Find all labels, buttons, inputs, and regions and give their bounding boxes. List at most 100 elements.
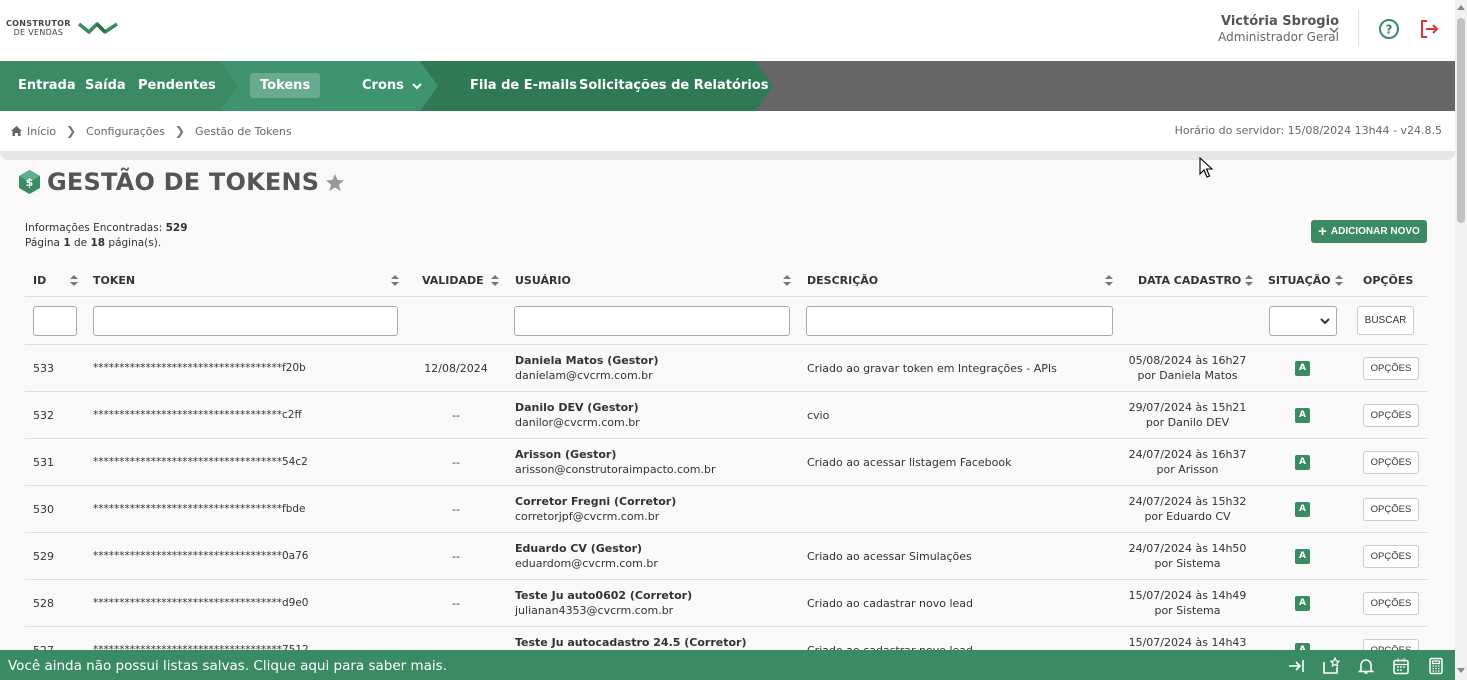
filter-token-input[interactable] (93, 306, 398, 336)
nav-item-tokens[interactable]: Tokens (250, 61, 321, 111)
table-row[interactable]: 532 ************************************c… (25, 392, 1427, 439)
table-row[interactable]: 531 ************************************5… (25, 439, 1427, 486)
row-descricao: Criado ao acessar Simulações (807, 550, 972, 563)
user-menu[interactable]: Victória Sbrogio Administrador Geral (1218, 14, 1339, 44)
filter-descricao-input[interactable] (806, 306, 1113, 336)
chevron-right-icon: ❯ (174, 124, 186, 138)
chevron-down-icon (1320, 318, 1330, 325)
scroll-thumb[interactable] (1457, 18, 1465, 223)
help-icon[interactable]: ? (1378, 18, 1400, 40)
breadcrumb: Início ❯ Configurações ❯ Gestão de Token… (10, 124, 292, 138)
row-token: ************************************0a76 (93, 550, 309, 562)
row-data-cadastro: 15/07/2024 às 14h43 (1115, 635, 1260, 650)
nav-item-entrada[interactable]: Entrada (18, 61, 76, 111)
table-row[interactable]: 533 ************************************f… (25, 345, 1427, 392)
divider (1358, 9, 1359, 47)
column-header-data-cadastro[interactable]: DATA CADASTRO (1138, 274, 1241, 287)
row-data-cadastro: 24/07/2024 às 15h32 por Eduardo CV (1115, 494, 1260, 524)
table-body: 533 ************************************f… (25, 345, 1427, 674)
mouse-cursor-icon (1199, 157, 1213, 178)
table-row[interactable]: 529 ************************************0… (25, 533, 1427, 580)
user-name: Victória Sbrogio (1220, 14, 1339, 29)
row-data-cadastro: 24/07/2024 às 16h37 por Arisson (1115, 447, 1260, 477)
column-header-usuario[interactable]: USUÁRIO (515, 274, 571, 287)
favorite-star-icon[interactable] (325, 173, 345, 192)
row-id: 531 (33, 456, 54, 469)
row-token: ************************************d9e0 (93, 597, 309, 609)
row-options-button[interactable]: OPÇÕES (1363, 545, 1419, 568)
sort-icon[interactable] (391, 275, 399, 286)
sort-icon[interactable] (70, 275, 78, 286)
column-header-situacao[interactable]: SITUAÇÃO (1268, 274, 1331, 287)
breadcrumb-configuracoes[interactable]: Configurações (86, 125, 165, 138)
sort-icon[interactable] (491, 275, 499, 286)
tokens-icon: $ (19, 170, 40, 194)
sort-icon[interactable] (1105, 275, 1113, 286)
filter-id-input[interactable] (33, 306, 77, 336)
app-logo[interactable]: CONSTRUTOR DE VENDAS (6, 18, 119, 38)
row-user-name: Danilo DEV (Gestor) (515, 401, 639, 414)
home-icon[interactable] (10, 125, 23, 137)
results-info: Informações Encontradas: 529 Página 1 de… (25, 221, 188, 251)
column-header-validade[interactable]: VALIDADE (422, 274, 484, 287)
row-options-button[interactable]: OPÇÕES (1363, 592, 1419, 615)
calculator-icon[interactable] (1427, 657, 1445, 675)
logout-icon[interactable] (1418, 18, 1440, 40)
row-usuario: Daniela Matos (Gestor) danielam@cvcrm.com… (515, 353, 659, 383)
row-validade: -- (452, 409, 460, 422)
breadcrumb-home[interactable]: Início (27, 125, 56, 138)
row-options-button[interactable]: OPÇÕES (1363, 451, 1419, 474)
add-new-button[interactable]: + ADICIONAR NOVO (1311, 220, 1427, 243)
row-usuario: Eduardo CV (Gestor) eduardom@cvcrm.com.br (515, 541, 658, 571)
row-usuario: Danilo DEV (Gestor) danilor@cvcrm.com.br (515, 400, 640, 430)
current-page: 1 (63, 237, 71, 249)
row-created-by: por Danilo DEV (1145, 416, 1230, 429)
row-options-button[interactable]: OPÇÕES (1363, 404, 1419, 427)
main-nav: Entrada Saída Pendentes Tokens Crons Fil… (0, 61, 1455, 111)
table-row[interactable]: 530 ************************************f… (25, 486, 1427, 533)
chevron-down-icon[interactable] (1328, 24, 1340, 36)
column-header-id[interactable]: ID (33, 274, 46, 287)
nav-item-crons[interactable]: Crons (362, 61, 423, 111)
sort-icon[interactable] (1245, 275, 1253, 286)
row-usuario: Teste Ju auto0602 (Corretor) julianan4353… (515, 588, 692, 618)
row-options-button[interactable]: OPÇÕES (1363, 357, 1419, 380)
row-id: 529 (33, 550, 54, 563)
filter-row: BUSCAR (25, 297, 1427, 345)
filter-situacao-select[interactable] (1269, 306, 1337, 336)
search-button[interactable]: BUSCAR (1357, 306, 1414, 335)
row-options-button[interactable]: OPÇÕES (1363, 498, 1419, 521)
row-created-by: por Eduardo CV (1144, 510, 1231, 523)
saved-lists-message[interactable]: Você ainda não possui listas salvas. Cli… (8, 658, 447, 674)
page-scrollbar[interactable] (1455, 0, 1467, 680)
row-data-cadastro: 15/07/2024 às 14h49 por Sistema (1115, 588, 1260, 618)
nav-item-fila-emails[interactable]: Fila de E-mails (470, 61, 577, 111)
calendar-icon[interactable] (1392, 657, 1410, 675)
row-user-email: julianan4353@cvcrm.com.br (515, 604, 674, 617)
filter-usuario-input[interactable] (514, 306, 790, 336)
scroll-down-icon[interactable] (1457, 668, 1465, 674)
row-data-cadastro: 29/07/2024 às 15h21 por Danilo DEV (1115, 400, 1260, 430)
row-user-email: corretorjpf@cvcrm.com.br (515, 510, 660, 523)
column-header-descricao[interactable]: DESCRIÇÃO (807, 274, 878, 287)
nav-item-saida[interactable]: Saída (85, 61, 126, 111)
nav-item-pendentes[interactable]: Pendentes (138, 61, 216, 111)
breadcrumb-bar: Início ❯ Configurações ❯ Gestão de Token… (0, 111, 1455, 151)
sort-icon[interactable] (1335, 275, 1343, 286)
row-data-cadastro: 05/08/2024 às 16h27 por Daniela Matos (1115, 353, 1260, 383)
scroll-up-icon[interactable] (1457, 4, 1465, 10)
row-date: 15/07/2024 às 14h49 (1128, 589, 1247, 602)
saved-lists-icon[interactable] (1322, 657, 1340, 675)
row-date: 15/07/2024 às 14h43 (1128, 636, 1247, 649)
nav-item-solicitacoes[interactable]: Solicitações de Relatórios (579, 61, 768, 111)
column-header-token[interactable]: TOKEN (93, 274, 135, 287)
row-date: 05/08/2024 às 16h27 (1128, 354, 1247, 367)
sort-icon[interactable] (783, 275, 791, 286)
row-date: 24/07/2024 às 15h32 (1128, 495, 1247, 508)
row-created-by: por Daniela Matos (1137, 369, 1238, 382)
bell-icon[interactable] (1357, 657, 1375, 675)
chevron-right-icon: ❯ (66, 124, 77, 138)
row-user-email: arisson@construtoraimpacto.com.br (515, 463, 716, 476)
collapse-icon[interactable] (1287, 657, 1305, 675)
table-row[interactable]: 528 ************************************d… (25, 580, 1427, 627)
